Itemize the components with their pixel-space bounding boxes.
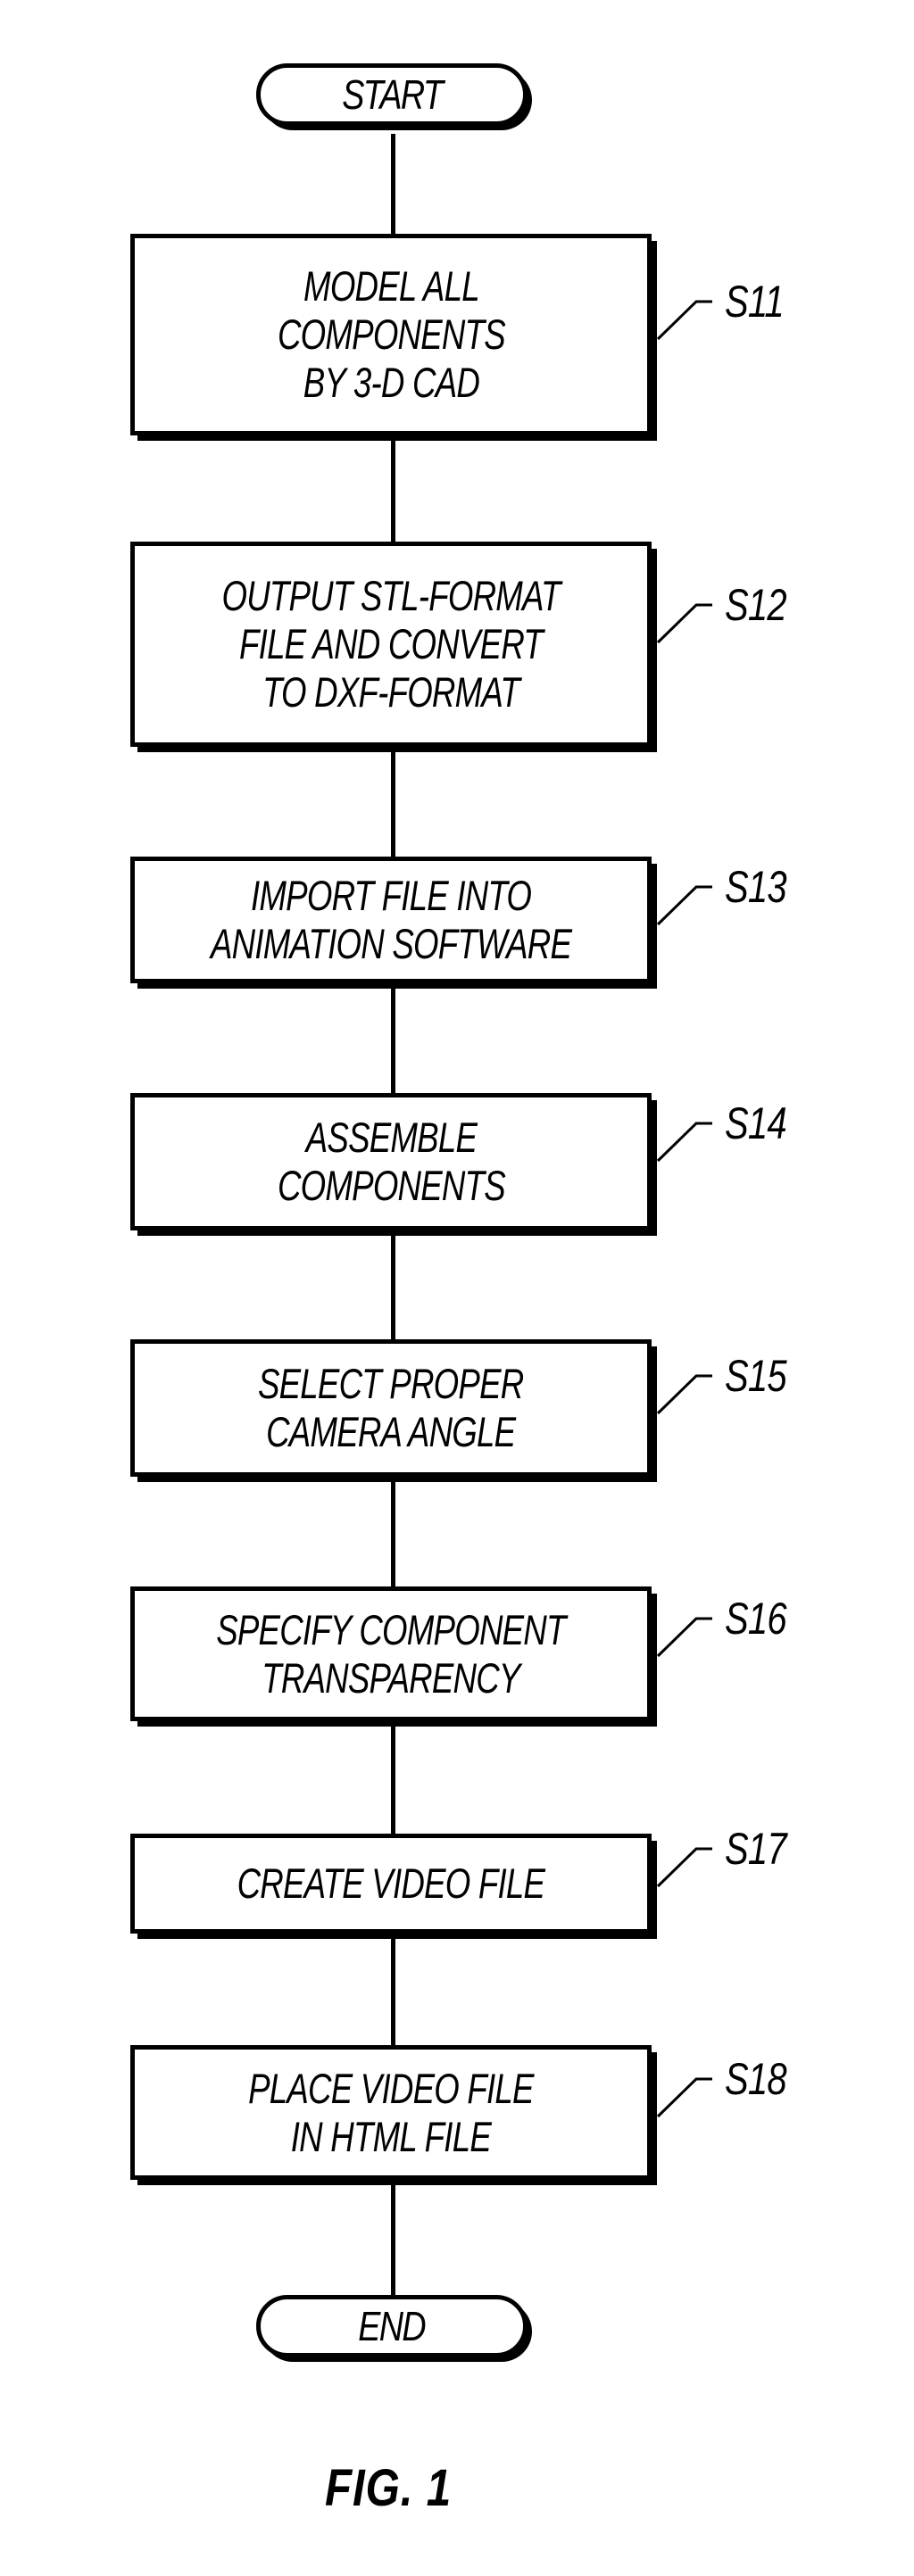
leader-line-s18 (656, 2077, 712, 2118)
step-label-s17: S17 (725, 1824, 787, 1874)
leader-line-s15 (656, 1374, 712, 1415)
leader-line-s12 (656, 603, 712, 644)
step-label-s13: S13 (725, 862, 787, 912)
step-label-s15: S15 (725, 1351, 787, 1401)
leader-line-s13 (656, 885, 712, 926)
step-label-s14: S14 (725, 1098, 787, 1148)
figure-caption: FIG. 1 (325, 2459, 453, 2517)
leader-line-s14 (656, 1122, 712, 1163)
leader-line-s11 (656, 300, 712, 341)
step-label-s11: S11 (725, 277, 785, 327)
step-label-s12: S12 (725, 580, 787, 630)
step-label-s18: S18 (725, 2054, 787, 2104)
leader-line-s17 (656, 1847, 712, 1888)
step-label-s16: S16 (725, 1594, 787, 1644)
leader-line-s16 (656, 1617, 712, 1658)
leader-lines (656, 300, 712, 2118)
